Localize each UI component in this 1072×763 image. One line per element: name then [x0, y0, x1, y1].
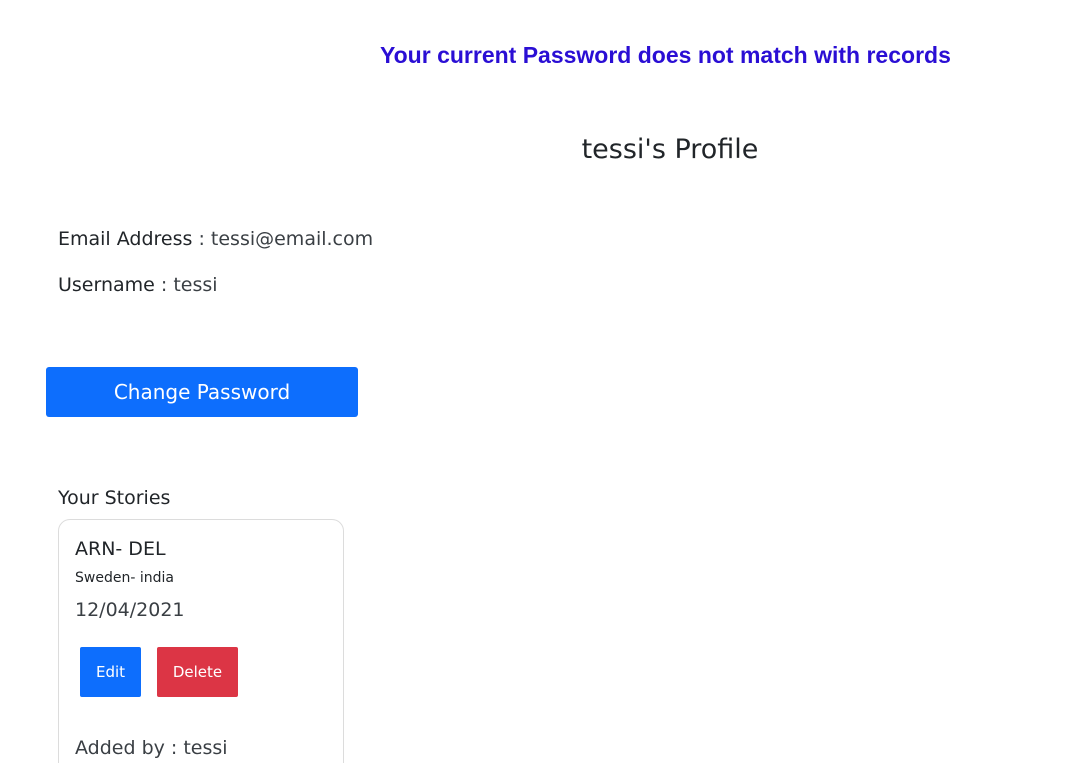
- story-card: ARN- DEL Sweden- india 12/04/2021 Edit D…: [58, 519, 344, 763]
- password-error-message: Your current Password does not match wit…: [380, 42, 951, 68]
- story-title: ARN- DEL: [75, 538, 166, 560]
- profile-page: Your current Password does not match wit…: [0, 0, 1072, 763]
- email-value: : tessi@email.com: [192, 228, 374, 250]
- edit-story-button[interactable]: Edit: [80, 647, 141, 697]
- story-subtitle: Sweden- india: [75, 570, 174, 586]
- story-date: 12/04/2021: [75, 599, 185, 621]
- stories-heading: Your Stories: [58, 487, 171, 509]
- username-info: Username : tessi: [58, 274, 218, 296]
- story-added-by: Added by : tessi: [75, 737, 228, 759]
- username-value: : tessi: [154, 274, 218, 296]
- email-label: Email Address: [58, 228, 193, 250]
- change-password-button[interactable]: Change Password: [46, 367, 358, 417]
- email-info: Email Address : tessi@email.com: [58, 228, 373, 250]
- page-title: tessi's Profile: [581, 134, 759, 165]
- delete-story-button[interactable]: Delete: [157, 647, 238, 697]
- username-label: Username: [58, 274, 155, 296]
